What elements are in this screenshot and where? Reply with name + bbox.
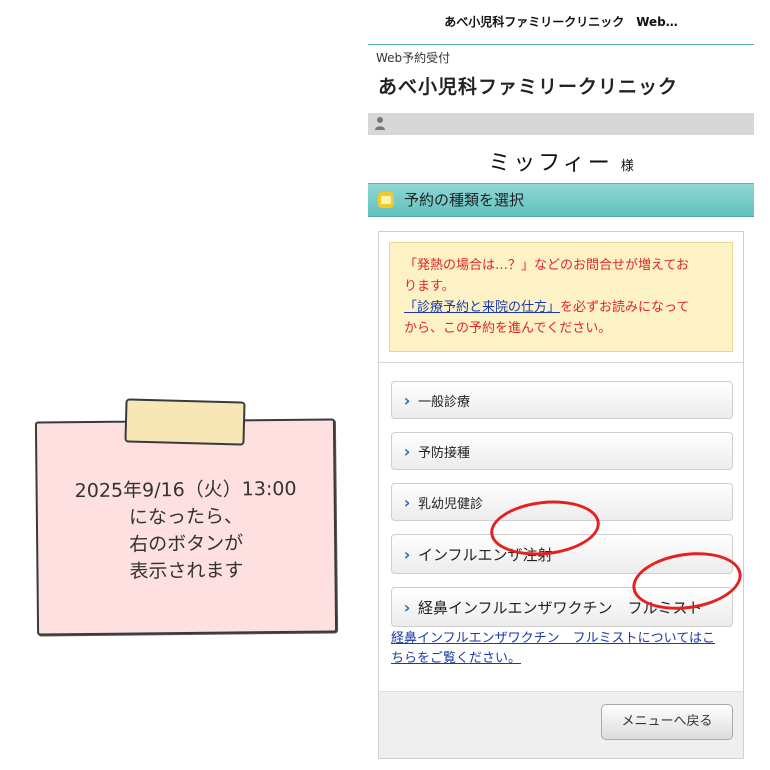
option-vaccination[interactable]: › 予防接種 [391, 432, 733, 470]
note-text: 2025年9/16（火）13:00 になったら、 右のボタンが 表示されます [37, 475, 334, 586]
sticky-note: 2025年9/16（火）13:00 になったら、 右のボタンが 表示されます [34, 418, 338, 636]
flumist-info-link[interactable]: 経鼻インフルエンザワクチン フルミストについてはこ ちらをご覧ください。 [391, 629, 733, 669]
section-header: 予約の種類を選択 [368, 183, 754, 217]
options-panel: 「発熱の場合は…？」などのお問合せが増えてお ります。 「診療予約と来院の仕方」… [378, 231, 744, 759]
note-line: 右のボタンが [129, 532, 244, 556]
web-label: Web予約受付 [376, 51, 451, 65]
notice-box: 「発熱の場合は…？」などのお問合せが増えてお ります。 「診療予約と来院の仕方」… [389, 242, 733, 352]
notice-line: 「診療予約と来院の仕方」を必ずお読みになって [404, 297, 718, 318]
note-line: 表示されます [129, 559, 244, 583]
guide-link[interactable]: 「診療予約と来院の仕方」 [404, 300, 560, 315]
option-general[interactable]: › 一般診療 [391, 381, 733, 419]
chevron-right-icon: › [403, 441, 411, 461]
chevron-right-icon: › [403, 597, 411, 617]
note-line: 2025年9/16（火）13:00 [74, 477, 297, 503]
browser-title: あべ小児科ファミリークリニック Web… [368, 0, 754, 45]
note-line: になったら、 [128, 505, 244, 529]
chevron-right-icon: › [403, 544, 411, 564]
tape [124, 398, 246, 446]
user-bar [368, 113, 754, 135]
user-name-text: ミッフィー [488, 151, 613, 176]
option-label: インフルエンザ注射 [418, 545, 553, 564]
notice-line: から、この予約を進んでください。 [404, 321, 612, 336]
back-to-menu-button[interactable]: メニューへ戻る [601, 704, 733, 740]
user-suffix: 様 [620, 159, 634, 174]
chevron-right-icon: › [403, 390, 411, 410]
option-label: 予防接種 [418, 445, 471, 461]
link-line: 経鼻インフルエンザワクチン フルミストについてはこ [391, 631, 715, 646]
user-name: ミッフィー様 [368, 135, 754, 183]
option-flu-injection[interactable]: › インフルエンザ注射 [391, 534, 733, 574]
option-infant-checkup[interactable]: › 乳幼児健診 [391, 483, 733, 521]
notice-line: 「発熱の場合は…？」などのお問合せが増えてお [404, 258, 689, 273]
link-line: ちらをご覧ください。 [391, 651, 522, 666]
clinic-title: あべ小児科ファミリークリニック [378, 76, 679, 98]
option-label: 一般診療 [418, 394, 471, 410]
option-flumist[interactable]: › 経鼻インフルエンザワクチン フルミスト [391, 587, 733, 627]
chevron-right-icon: › [403, 492, 411, 512]
phone-screen: あべ小児科ファミリークリニック Web… Web予約受付 あべ小児科ファミリーク… [368, 0, 754, 770]
option-label: 経鼻インフルエンザワクチン フルミスト [418, 598, 703, 617]
section-title: 予約の種類を選択 [404, 191, 525, 209]
user-icon [375, 117, 385, 130]
folder-icon [378, 192, 394, 208]
option-label: 乳幼児健診 [418, 496, 484, 512]
footer-bar: メニューへ戻る [379, 691, 743, 758]
notice-line-rest: を必ずお読みになって [560, 300, 690, 315]
notice-line: ります。 [404, 279, 455, 294]
